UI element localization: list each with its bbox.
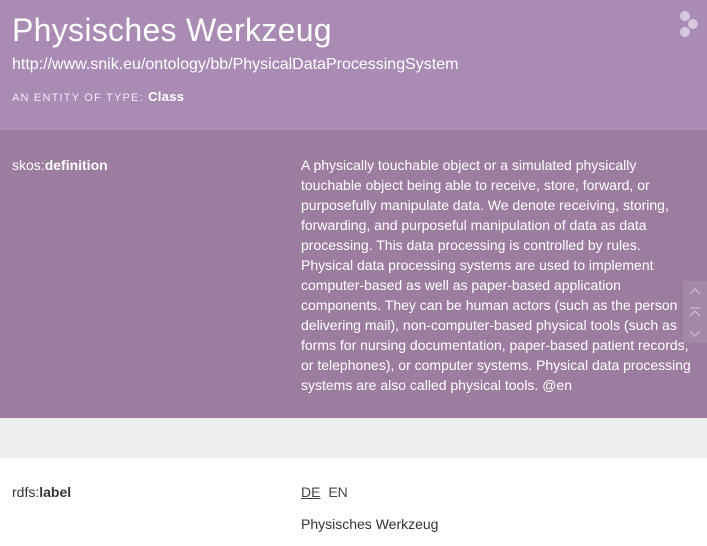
definition-lang: @en xyxy=(542,377,573,393)
chevron-up-icon xyxy=(689,288,701,295)
definition-predicate[interactable]: skos:definition xyxy=(12,157,108,173)
scroll-up-button[interactable] xyxy=(683,281,707,301)
label-predicate[interactable]: rdfs:label xyxy=(12,484,71,500)
section-divider xyxy=(0,418,707,458)
lang-tab-de[interactable]: DE xyxy=(301,484,320,500)
entity-type-line: An entity of type: Class xyxy=(12,89,184,104)
label-section: rdfs:label DE EN Physisches Werkzeug xyxy=(0,458,707,546)
language-tabs: DE EN xyxy=(301,484,352,500)
lang-tab-en[interactable]: EN xyxy=(328,484,347,500)
label-predicate-name: label xyxy=(39,484,72,500)
scroll-top-button[interactable] xyxy=(683,302,707,322)
page-title: Physisches Werkzeug xyxy=(12,12,332,48)
lodview-logo-icon[interactable] xyxy=(678,10,700,38)
chevron-down-icon xyxy=(689,330,701,337)
resource-uri-link[interactable]: http://www.snik.eu/ontology/bb/PhysicalD… xyxy=(12,56,458,74)
entity-type-prefix: An entity of type: xyxy=(12,92,144,104)
definition-text: A physically touchable object or a simul… xyxy=(301,157,691,393)
label-predicate-prefix: rdfs: xyxy=(12,484,40,500)
scroll-down-button[interactable] xyxy=(683,323,707,343)
page-header: Physisches Werkzeug http://www.snik.eu/o… xyxy=(0,0,707,130)
scroll-controls xyxy=(683,281,707,343)
entity-type-link[interactable]: Class xyxy=(148,89,184,104)
scroll-to-top-icon xyxy=(689,307,701,317)
definition-predicate-name: definition xyxy=(44,157,108,173)
definition-predicate-prefix: skos: xyxy=(12,157,45,173)
definition-section: skos:definition A physically touchable o… xyxy=(0,130,707,418)
label-value: Physisches Werkzeug xyxy=(301,516,439,532)
definition-value: A physically touchable object or a simul… xyxy=(301,155,696,395)
